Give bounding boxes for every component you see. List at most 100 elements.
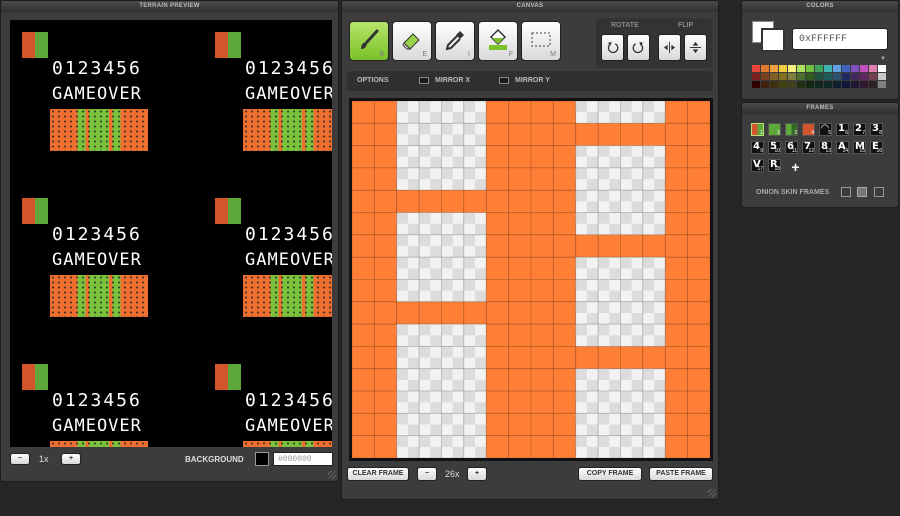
pixel-cell[interactable] (352, 145, 375, 168)
pixel-cell[interactable] (665, 368, 688, 392)
palette-swatch[interactable] (833, 81, 841, 88)
pixel-cell[interactable] (553, 435, 576, 458)
palette-swatch[interactable] (878, 65, 886, 72)
pixel-cell[interactable] (352, 257, 375, 280)
pixel-cell[interactable] (441, 190, 464, 213)
pixel-cell[interactable] (553, 391, 576, 414)
pixel-cell[interactable] (642, 346, 666, 369)
pixel-cell[interactable] (687, 279, 710, 302)
palette-swatch[interactable] (824, 73, 832, 80)
pixel-cell[interactable] (486, 346, 509, 369)
pixel-cell[interactable] (687, 234, 710, 258)
pixel-cell[interactable] (486, 212, 509, 235)
frame-thumbnail[interactable]: 6 11 (785, 141, 798, 154)
pixel-cell[interactable] (687, 145, 710, 168)
brush-tool-button[interactable]: B (349, 21, 389, 61)
palette-swatch[interactable] (806, 73, 814, 80)
add-frame-button[interactable]: + (789, 160, 802, 174)
pixel-cell[interactable] (374, 101, 397, 124)
pixel-cell[interactable] (374, 324, 397, 347)
pixel-cell[interactable] (352, 391, 375, 414)
palette-swatch[interactable] (752, 65, 760, 72)
palette-swatch[interactable] (761, 73, 769, 80)
pixel-cell[interactable] (553, 123, 576, 146)
palette-swatch[interactable] (779, 73, 787, 80)
pixel-cell[interactable] (665, 279, 688, 302)
pixel-cell[interactable] (553, 346, 576, 369)
palette-swatch[interactable] (878, 73, 886, 80)
pixel-cell[interactable] (531, 101, 554, 124)
mirror-x-checkbox[interactable]: MIRROR X (419, 71, 470, 91)
frame-thumbnail[interactable]: 16 (836, 123, 849, 136)
pixel-cell[interactable] (531, 123, 554, 146)
pixel-cell[interactable] (352, 190, 375, 213)
pixel-cell[interactable] (553, 145, 576, 168)
pixel-cell[interactable] (352, 368, 375, 392)
palette-swatch[interactable] (815, 65, 823, 72)
resize-handle[interactable] (328, 471, 336, 479)
pixel-cell[interactable] (352, 413, 375, 436)
onion-prev-box[interactable] (841, 187, 851, 197)
pixel-cell[interactable] (687, 324, 710, 347)
rotate-left-button[interactable] (601, 34, 624, 61)
pixel-cell[interactable] (531, 234, 554, 258)
palette-swatch[interactable] (869, 81, 877, 88)
pixel-cell[interactable] (463, 301, 487, 325)
zoom-out-button[interactable]: − (10, 453, 30, 465)
pixel-cell[interactable] (553, 279, 576, 302)
pixel-cell[interactable] (575, 234, 599, 258)
pixel-cell[interactable] (553, 368, 576, 392)
clear-frame-button[interactable]: CLEAR FRAME (347, 467, 409, 481)
pixel-cell[interactable] (486, 324, 509, 347)
pixel-cell[interactable] (687, 346, 710, 369)
palette-swatch[interactable] (860, 73, 868, 80)
pixel-cell[interactable] (553, 324, 576, 347)
pixel-cell[interactable] (531, 167, 554, 191)
pixel-cell[interactable] (374, 234, 397, 258)
frame-thumbnail[interactable]: 5 10 (768, 141, 781, 154)
copy-frame-button[interactable]: COPY FRAME (578, 467, 642, 481)
pixel-cell[interactable] (687, 190, 710, 213)
frame-thumbnail[interactable]: 1 (751, 123, 764, 136)
pixel-cell[interactable] (665, 145, 688, 168)
pixel-cell[interactable] (486, 257, 509, 280)
pixel-cell[interactable] (665, 167, 688, 191)
hex-color-input[interactable] (792, 28, 888, 50)
palette-swatch[interactable] (851, 81, 859, 88)
palette-swatch[interactable] (878, 81, 886, 88)
pixel-cell[interactable] (665, 435, 688, 458)
pixel-cell[interactable] (463, 190, 487, 213)
pixel-cell[interactable] (687, 123, 710, 146)
palette-swatch[interactable] (833, 73, 841, 80)
pixel-grid[interactable] (352, 101, 710, 458)
palette-swatch[interactable] (815, 73, 823, 80)
pixel-cell[interactable] (486, 368, 509, 392)
pixel-cell[interactable] (486, 234, 509, 258)
pixel-cell[interactable] (396, 301, 420, 325)
pixel-cell[interactable] (598, 123, 621, 146)
pixel-cell[interactable] (620, 234, 643, 258)
frame-thumbnail[interactable]: R 18 (768, 159, 781, 172)
pixel-cell[interactable] (508, 123, 531, 146)
pixel-cell[interactable] (508, 435, 531, 458)
checkbox-box[interactable] (499, 76, 509, 84)
palette-swatch[interactable] (842, 81, 850, 88)
pixel-cell[interactable] (598, 234, 621, 258)
pixel-cell[interactable] (419, 301, 442, 325)
zoom-in-button[interactable]: + (61, 453, 81, 465)
pixel-cell[interactable] (531, 279, 554, 302)
pixel-cell[interactable] (508, 301, 531, 325)
pixel-cell[interactable] (553, 101, 576, 124)
pixel-cell[interactable] (687, 301, 710, 325)
pixel-canvas[interactable] (349, 98, 713, 461)
palette-swatch[interactable] (788, 81, 796, 88)
pixel-cell[interactable] (508, 101, 531, 124)
pixel-cell[interactable] (553, 212, 576, 235)
pixel-cell[interactable] (441, 301, 464, 325)
pixel-cell[interactable] (374, 190, 397, 213)
pixel-cell[interactable] (508, 257, 531, 280)
palette-swatch[interactable] (806, 81, 814, 88)
palette-swatch[interactable] (869, 65, 877, 72)
pixel-cell[interactable] (598, 346, 621, 369)
pixel-cell[interactable] (374, 123, 397, 146)
